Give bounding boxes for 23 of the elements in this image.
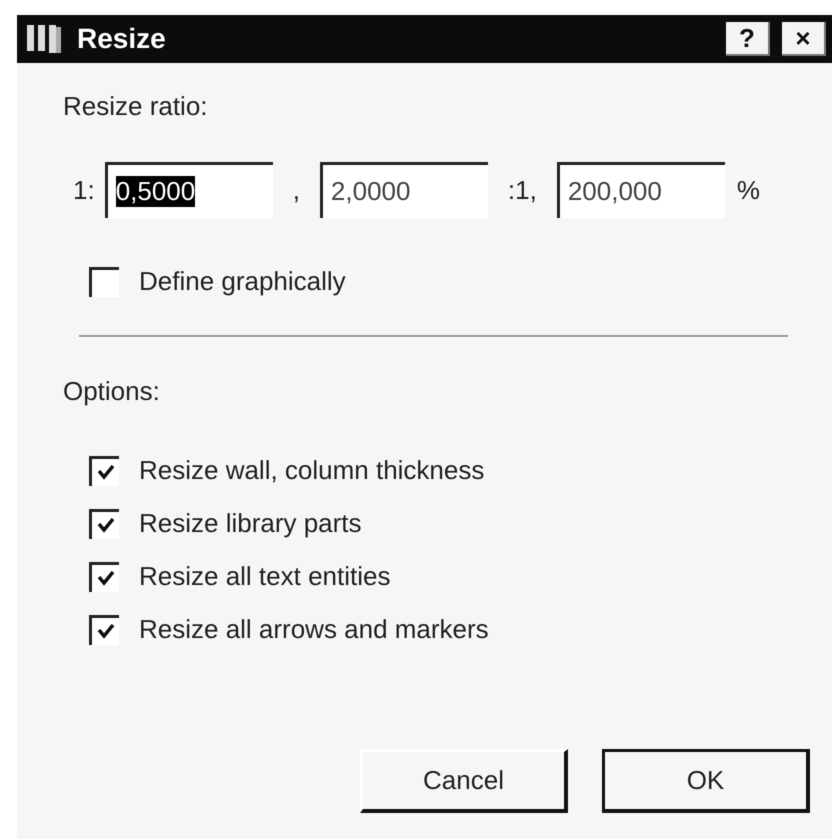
- window-title: Resize: [77, 23, 167, 55]
- ratio-separator: :1,: [508, 174, 537, 206]
- check-icon: [96, 570, 114, 586]
- ok-button[interactable]: OK: [602, 749, 810, 813]
- section-label: Resize ratio:: [63, 91, 208, 122]
- ratio-separator: 1:: [73, 174, 95, 206]
- option-checkbox[interactable]: Resize wall, column thickness: [89, 455, 802, 486]
- option-checkbox[interactable]: Resize all arrows and markers: [89, 614, 802, 645]
- option-checkbox[interactable]: Resize library parts: [89, 508, 802, 539]
- ratio-input-field[interactable]: 0,5000: [104, 162, 273, 218]
- ratio-input-field[interactable]: 200,000: [556, 162, 725, 218]
- option-checkbox[interactable]: Resize all text entities: [89, 561, 802, 592]
- ratio-separator: %: [736, 174, 760, 206]
- check-icon: [96, 623, 114, 639]
- help-button[interactable]: ?: [726, 22, 770, 56]
- define-graphically-checkbox[interactable]: Define graphically: [89, 266, 802, 297]
- check-icon: [96, 517, 114, 533]
- ratio-separator: ,: [292, 174, 300, 206]
- check-icon: [96, 464, 114, 480]
- ratio-input-field[interactable]: 2,0000: [320, 162, 488, 218]
- cancel-button[interactable]: Cancel: [360, 749, 568, 813]
- section-label: Options:: [63, 376, 161, 407]
- close-button[interactable]: ×: [782, 22, 826, 56]
